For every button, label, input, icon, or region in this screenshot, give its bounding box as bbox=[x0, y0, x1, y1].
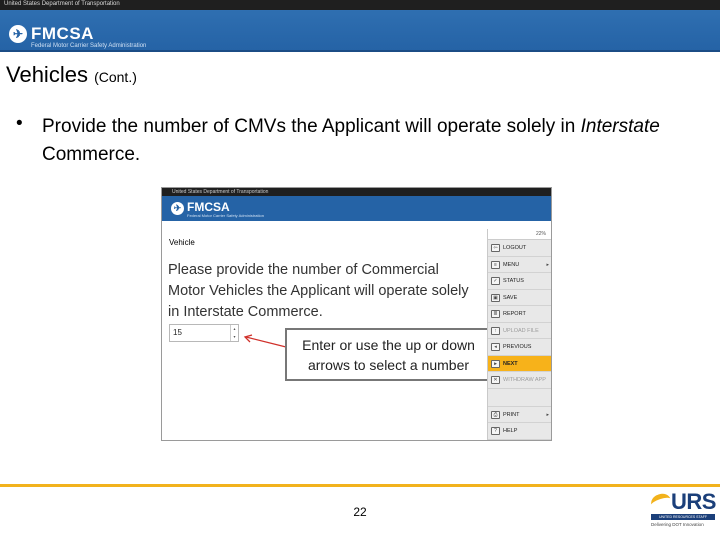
fmcsa-subtitle: Federal Motor Carrier Safety Administrat… bbox=[31, 43, 147, 49]
menu-item-label: HELP bbox=[503, 428, 518, 434]
menu-item-label: MENU bbox=[503, 261, 520, 268]
screenshot-fmcsa-logo-icon: ✈ bbox=[171, 202, 184, 215]
menu-item-label: STATUS bbox=[503, 278, 524, 284]
fmcsa-title: FMCSA bbox=[31, 24, 94, 43]
bullet-part-2: Commerce. bbox=[42, 144, 141, 165]
dot-label: United States Department of Transportati… bbox=[4, 1, 120, 7]
fmcsa-banner: ✈ FMCSA Federal Motor Carrier Safety Adm… bbox=[0, 10, 720, 52]
slide-title-main: Vehicles bbox=[6, 62, 88, 87]
menu-item-label: LOGOUT bbox=[503, 245, 527, 251]
urs-swoosh-icon bbox=[649, 491, 673, 513]
menu-item-label: PREVIOUS bbox=[503, 344, 532, 350]
status-icon: ✓ bbox=[491, 277, 500, 285]
screenshot-dot-label: United States Department of Transportati… bbox=[172, 189, 269, 195]
dot-top-bar: United States Department of Transportati… bbox=[0, 0, 720, 10]
vehicle-count-stepper[interactable]: 15 ▴ ▾ bbox=[169, 324, 239, 342]
menu-item-next[interactable]: ▸ NEXT bbox=[488, 355, 551, 372]
screenshot-fmcsa-subtitle: Federal Motor Carrier Safety Administrat… bbox=[187, 213, 264, 218]
menu-item-menu[interactable]: ≡ MENU ▸ bbox=[488, 257, 551, 273]
menu-item-logout[interactable]: ⇦ LOGOUT bbox=[488, 240, 551, 257]
menu-item-print[interactable]: ⎙ PRINT ▸ bbox=[488, 407, 551, 423]
urs-tagline: UNITED RESOURCES STAFF bbox=[651, 514, 715, 520]
menu-item-report[interactable]: ≣ REPORT bbox=[488, 306, 551, 323]
urs-logo-text: URS bbox=[671, 489, 716, 514]
menu-item-withdraw-app: ✕ WITHDRAW APP bbox=[488, 372, 551, 389]
menu-item-label: SAVE bbox=[503, 294, 518, 301]
previous-icon: ◂ bbox=[491, 343, 500, 351]
menu-item-label: UPLOAD FILE bbox=[503, 327, 539, 334]
menu-item-save[interactable]: ▣ SAVE bbox=[488, 290, 551, 306]
menu-icon: ≡ bbox=[491, 260, 500, 269]
menu-item-help[interactable]: ? HELP bbox=[488, 423, 551, 440]
screenshot-question: Please provide the number of Commercial … bbox=[168, 262, 469, 320]
slide-title-suffix: (Cont.) bbox=[94, 69, 137, 85]
menu-item-label: WITHDRAW APP bbox=[503, 377, 546, 383]
app-screenshot: United States Department of Transportati… bbox=[161, 187, 552, 441]
bullet-marker: • bbox=[16, 113, 23, 134]
instruction-callout: Enter or use the up or down arrows to se… bbox=[285, 328, 492, 381]
menu-item-previous[interactable]: ◂ PREVIOUS bbox=[488, 339, 551, 356]
side-menu: 22% ⇦ LOGOUT ≡ MENU ▸ ✓ STATUS ▣ SAVE ≣ REPORT ↑ UPL… bbox=[487, 229, 551, 440]
urs-logo: URS UNITED RESOURCES STAFF Delivering DO… bbox=[649, 489, 716, 531]
screenshot-section-title: Vehicle bbox=[169, 238, 195, 247]
vehicle-count-value: 15 bbox=[173, 328, 182, 337]
stepper-arrows-icon[interactable]: ▴ ▾ bbox=[230, 325, 238, 341]
submenu-caret-icon: ▸ bbox=[546, 411, 549, 418]
report-icon: ≣ bbox=[491, 310, 500, 318]
fmcsa-logo-icon: ✈ bbox=[9, 25, 27, 43]
menu-item-label: NEXT bbox=[503, 360, 518, 367]
screenshot-fmcsa-title: FMCSA bbox=[187, 200, 230, 214]
urs-subtext: Delivering DOT Innovation bbox=[651, 522, 704, 527]
withdraw-icon: ✕ bbox=[491, 376, 500, 384]
footer-line bbox=[0, 484, 720, 487]
upload-icon: ↑ bbox=[491, 326, 500, 335]
menu-spacer bbox=[488, 389, 551, 407]
logout-icon: ⇦ bbox=[491, 244, 500, 252]
menu-item-label: REPORT bbox=[503, 311, 526, 317]
bullet-part-1: Provide the number of CMVs the Applicant… bbox=[42, 116, 581, 137]
print-icon: ⎙ bbox=[491, 410, 500, 419]
screenshot-dot-bar: United States Department of Transportati… bbox=[162, 188, 551, 196]
callout-arrow-icon bbox=[243, 334, 287, 348]
slide-title: Vehicles (Cont.) bbox=[6, 62, 137, 88]
submenu-caret-icon: ▸ bbox=[546, 261, 549, 268]
save-icon: ▣ bbox=[491, 293, 500, 302]
menu-item-label: PRINT bbox=[503, 411, 520, 418]
help-icon: ? bbox=[491, 427, 500, 435]
screenshot-fmcsa-banner: ✈ FMCSA Federal Motor Carrier Safety Adm… bbox=[162, 196, 551, 221]
menu-item-upload-file: ↑ UPLOAD FILE bbox=[488, 323, 551, 339]
zoom-level: 22% bbox=[488, 229, 551, 240]
bullet-emphasis: Interstate bbox=[580, 116, 660, 137]
menu-item-status[interactable]: ✓ STATUS bbox=[488, 273, 551, 290]
next-icon: ▸ bbox=[491, 359, 500, 368]
page-number: 22 bbox=[353, 505, 367, 519]
bullet-text: Provide the number of CMVs the Applicant… bbox=[42, 113, 702, 169]
